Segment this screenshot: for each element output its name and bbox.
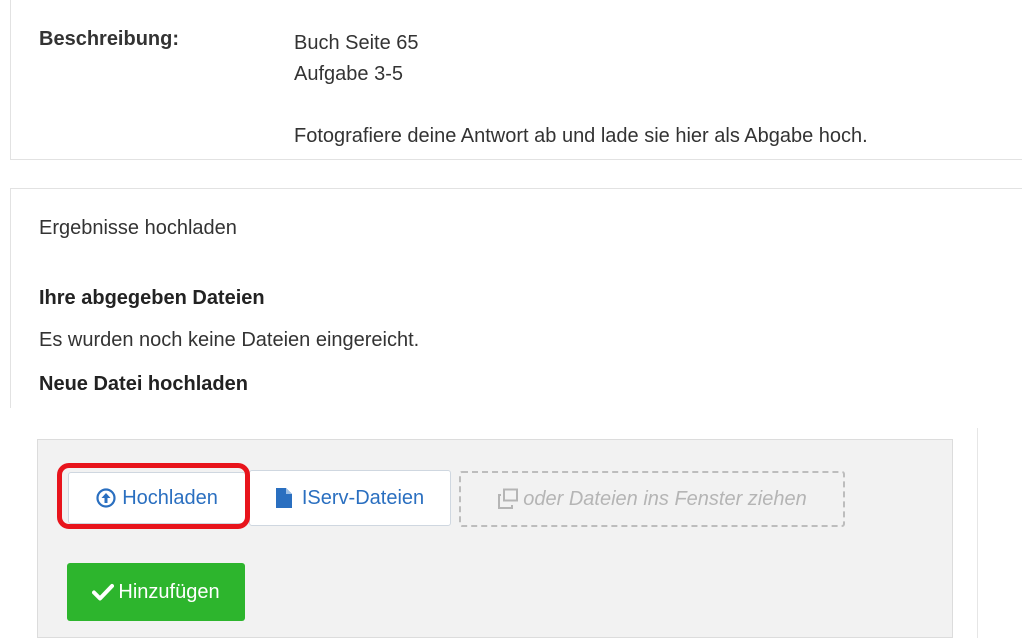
submitted-files-heading: Ihre abgegeben Dateien xyxy=(39,287,265,309)
copy-windows-icon xyxy=(497,488,519,510)
assignment-card: Beschreibung: Buch Seite 65 Aufgabe 3-5 … xyxy=(10,0,1022,160)
iserv-files-label: IServ-Dateien xyxy=(301,486,425,509)
upload-button[interactable]: Hochladen xyxy=(68,472,246,524)
add-button-label: Hinzufügen xyxy=(118,580,220,603)
upload-button-label: Hochladen xyxy=(122,486,218,509)
drop-zone[interactable]: oder Dateien ins Fenster ziehen xyxy=(459,471,845,527)
submitted-files-empty: Es wurden noch keine Dateien eingereicht… xyxy=(39,329,420,351)
upload-circle-icon xyxy=(96,488,116,508)
upload-card: Ergebnisse hochladen Ihre abgegeben Date… xyxy=(10,188,1022,408)
drop-zone-label: oder Dateien ins Fenster ziehen xyxy=(523,487,807,510)
iserv-files-button[interactable]: IServ-Dateien xyxy=(249,470,451,526)
divider xyxy=(977,428,978,638)
description-line: Aufgabe 3-5 xyxy=(294,63,403,85)
description-label: Beschreibung: xyxy=(39,28,180,50)
description-line: Fotografiere deine Antwort ab und lade s… xyxy=(294,125,868,147)
new-file-heading: Neue Datei hochladen xyxy=(39,373,248,395)
description-text: Buch Seite 65 Aufgabe 3-5 Fotografiere d… xyxy=(294,28,868,152)
upload-section-title: Ergebnisse hochladen xyxy=(39,217,237,239)
file-icon xyxy=(275,488,292,508)
description-line: Buch Seite 65 xyxy=(294,32,419,54)
add-button[interactable]: Hinzufügen xyxy=(67,563,245,621)
check-icon xyxy=(92,583,115,601)
